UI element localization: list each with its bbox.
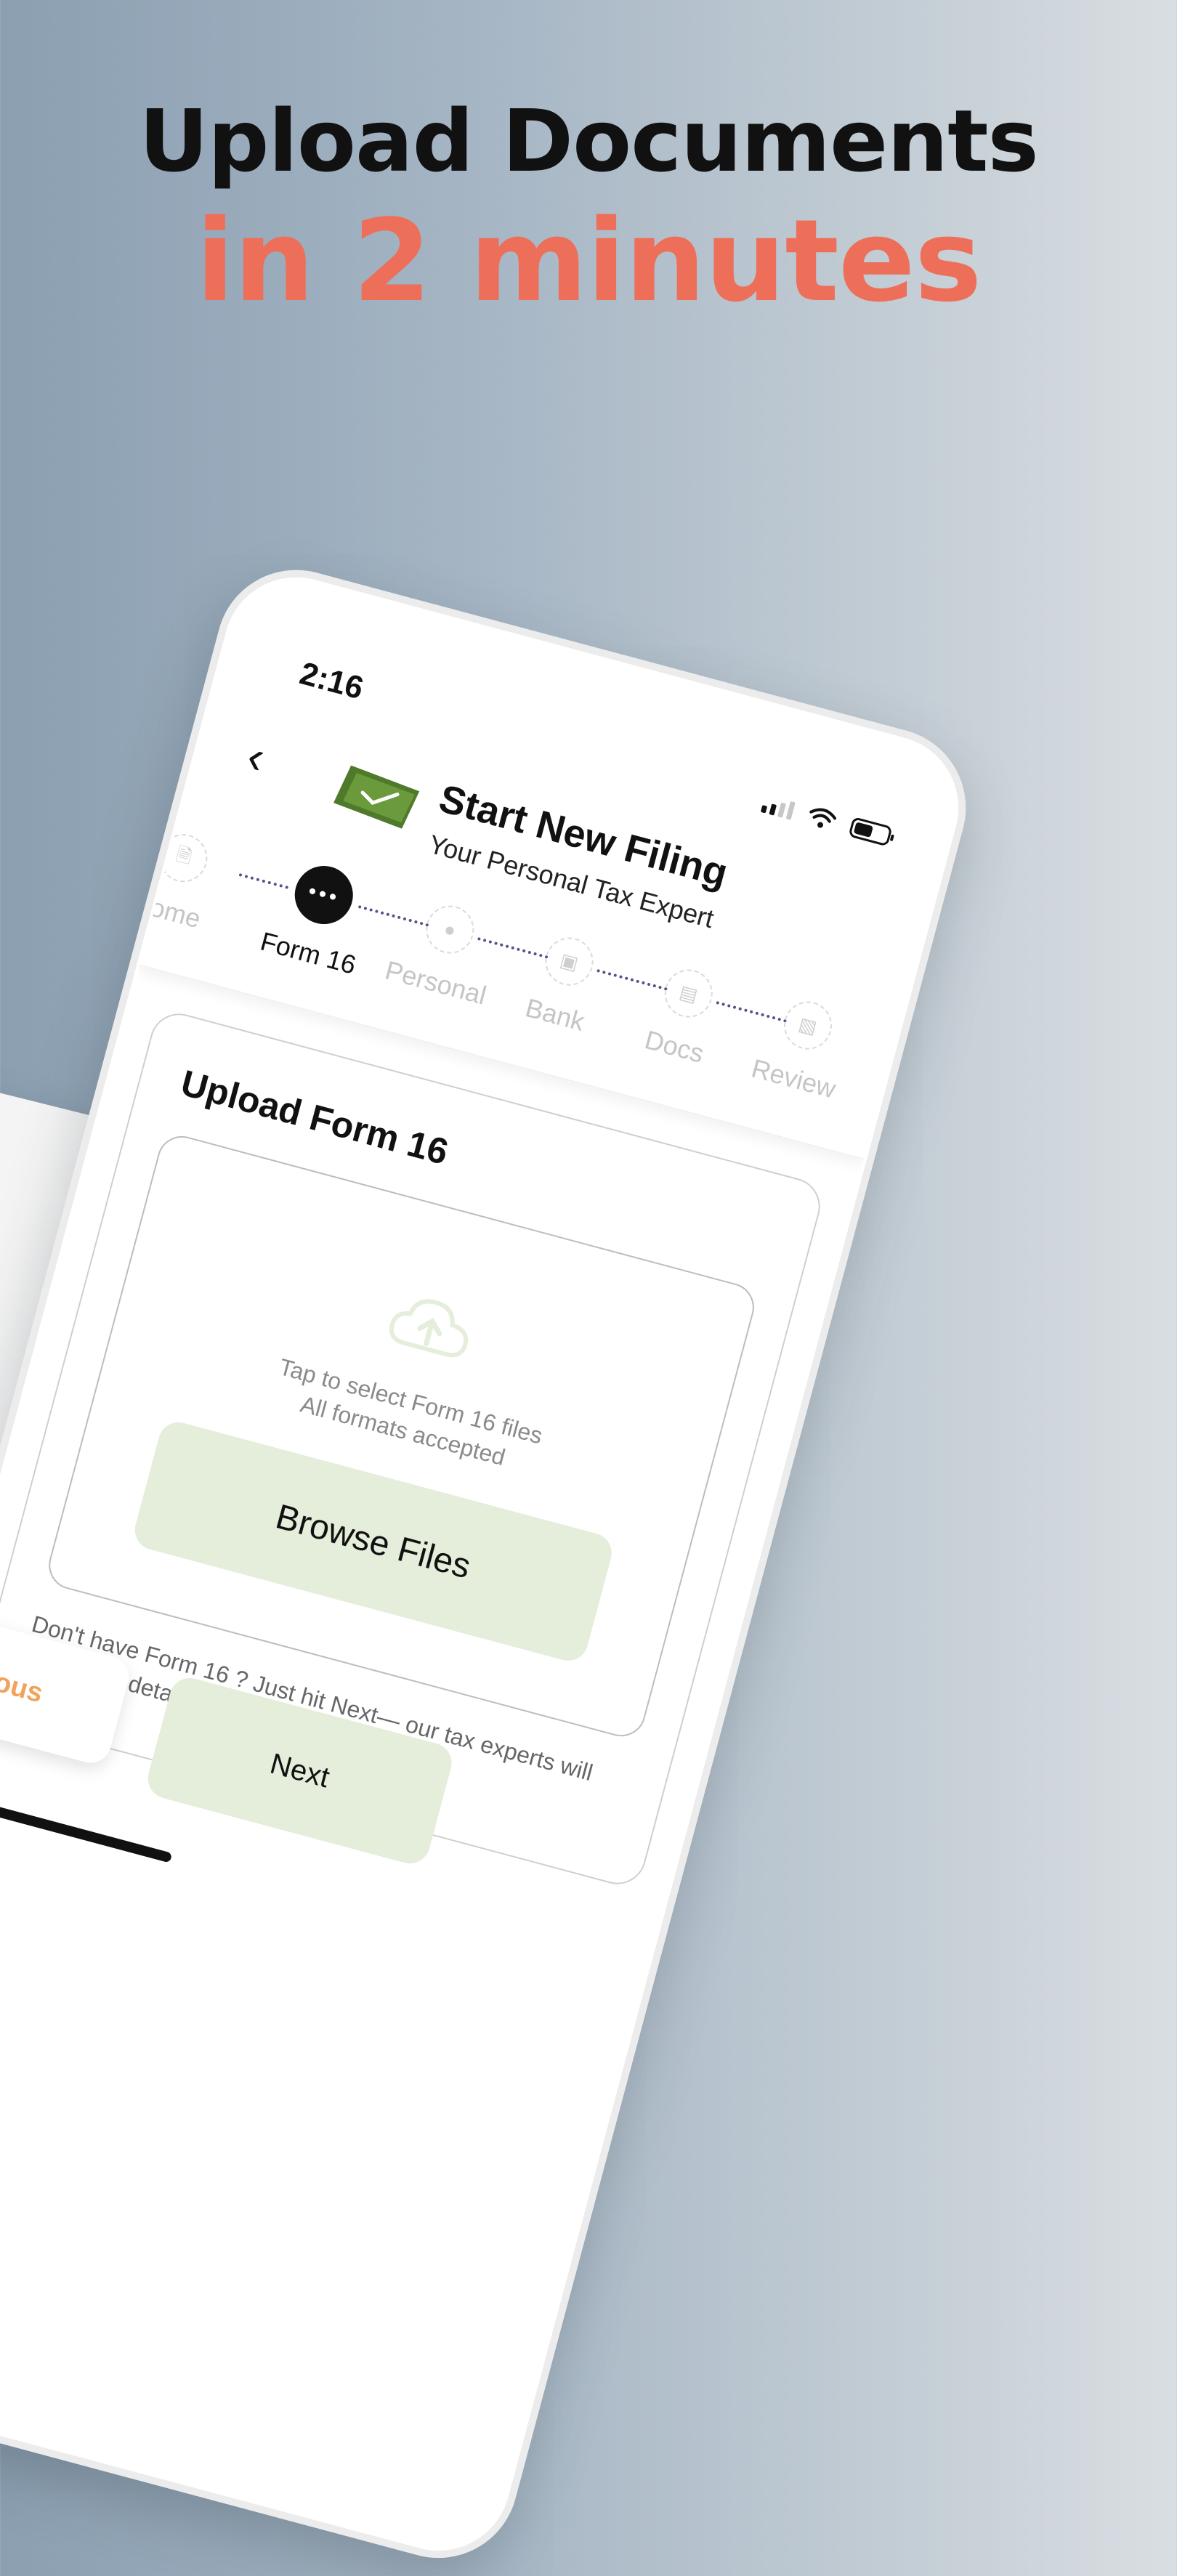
promo-line-2: in 2 minutes — [195, 194, 982, 327]
back-button[interactable]: ‹ — [242, 729, 271, 785]
step-form-16[interactable]: ••• Form 16 — [248, 857, 387, 983]
file-icon: ▤ — [659, 964, 719, 1024]
step-personal[interactable]: ● Personal — [376, 891, 512, 1013]
promo-headline: Upload Documents in 2 minutes — [0, 94, 1177, 329]
signal-icon — [760, 794, 796, 820]
person-icon: ● — [420, 900, 480, 960]
home-indicator[interactable] — [0, 1785, 173, 1863]
wifi-icon — [809, 808, 837, 828]
phone-frame: 2:16 ‹ Start New Filing Your Personal Ta… — [0, 552, 984, 2576]
cloud-upload-icon — [389, 1299, 469, 1358]
step-bank[interactable]: ▣ Bank — [495, 923, 631, 1045]
step-review[interactable]: ▧ Review — [734, 987, 870, 1109]
document-icon: 🗎 — [153, 828, 213, 888]
app-logo-icon — [333, 765, 420, 829]
battery-icon — [848, 816, 893, 847]
chevron-left-icon: ‹ — [241, 729, 271, 784]
phone-screen: 2:16 ‹ Start New Filing Your Personal Ta… — [0, 564, 971, 2564]
step-welcome[interactable]: 🗎 come — [109, 820, 246, 941]
status-icons — [760, 793, 893, 848]
step-docs[interactable]: ▤ Docs — [614, 955, 751, 1077]
status-time: 2:16 — [296, 655, 368, 707]
promo-line-1: Upload Documents — [139, 91, 1039, 191]
more-dots-icon: ••• — [288, 859, 360, 931]
review-icon: ▧ — [778, 996, 838, 1056]
wallet-icon: ▣ — [540, 932, 599, 992]
